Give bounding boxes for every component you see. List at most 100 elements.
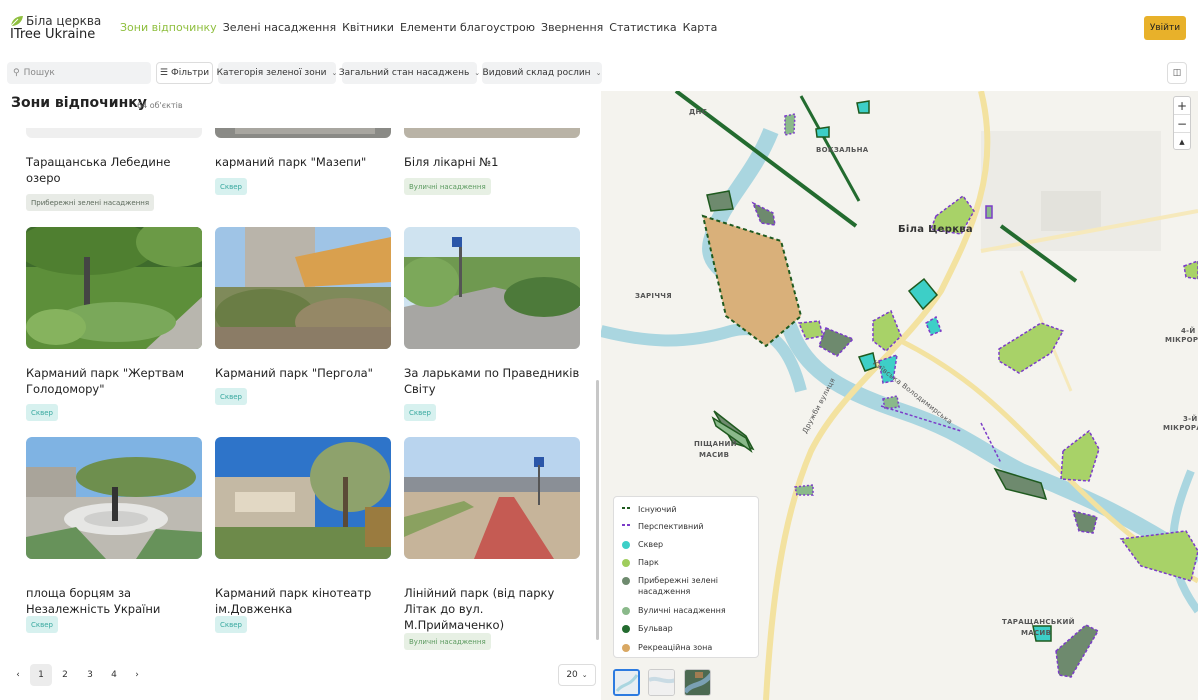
map-zoom-controls: + − ▲ (1173, 96, 1191, 150)
zone-photo[interactable] (26, 227, 202, 349)
map-label: 4-Й (1181, 327, 1196, 335)
legend-item[interactable]: Прибережні зелені насадження (622, 575, 718, 597)
species-dropdown-label: Видовий склад рослин (482, 68, 591, 78)
basemap-light[interactable] (613, 669, 640, 696)
zone-photo[interactable] (215, 437, 391, 559)
per-page-select[interactable]: 20 ⌄ (558, 664, 596, 686)
zoom-out-button[interactable]: − (1174, 115, 1190, 133)
zones-list[interactable]: Таращанська Лебедине озеро Прибережні зе… (0, 128, 600, 652)
zone-title[interactable]: карманий парк "Мазепи" (215, 154, 391, 170)
panel-toggle-button[interactable]: ◫ (1167, 62, 1187, 84)
brand-city: Біла церква (26, 14, 102, 28)
legend-item[interactable]: Сквер (622, 539, 663, 550)
category-dropdown[interactable]: Категорія зеленої зони ⌄ (217, 62, 338, 84)
zone-photo[interactable] (404, 437, 580, 559)
zone-photo[interactable] (26, 437, 202, 559)
legend-dot-marker (622, 577, 634, 585)
nav-link-2[interactable]: Квітники (342, 21, 394, 34)
zone-title[interactable]: Карманий парк кінотеатр ім.Довженка (215, 585, 391, 617)
species-dropdown[interactable]: Видовий склад рослин ⌄ (482, 62, 602, 84)
zone-badge: Прибережні зелені насадження (26, 194, 155, 211)
map-label: ПІЩАНИЙ (694, 440, 737, 448)
leaf-icon (10, 16, 23, 27)
zone-title[interactable]: Карманий парк "Жертвам Голодомору" (26, 365, 202, 397)
basemap-grey[interactable] (648, 669, 675, 696)
legend-dot-marker (622, 625, 634, 633)
legend-item[interactable]: Бульвар (622, 623, 673, 634)
filter-icon: ☰ (159, 68, 168, 78)
page-3-button[interactable]: 3 (79, 664, 101, 686)
legend-dot-marker (622, 607, 634, 615)
zone-photo[interactable] (404, 128, 580, 138)
legend-dot-marker (622, 644, 634, 652)
map-label: ЗАРІЧЧЯ (635, 292, 672, 300)
login-button[interactable]: Увійти (1144, 16, 1186, 40)
zone-badge: Сквер (215, 178, 247, 195)
legend-item[interactable]: Вуличні насадження (622, 605, 726, 616)
chevron-down-icon: ⌄ (595, 69, 602, 77)
zone-title[interactable]: Біля лікарні №1 (404, 154, 580, 170)
basemap-satellite[interactable] (684, 669, 711, 696)
zone-photo[interactable] (215, 227, 391, 349)
zone-title[interactable]: площа борцям за Незалежність України (26, 585, 202, 617)
compass-button[interactable]: ▲ (1174, 133, 1190, 151)
filter-bar: ⚲ Пошук ☰ Фільтри Категорія зеленої зони… (0, 62, 1198, 84)
zone-photo[interactable] (215, 128, 391, 138)
page-title: Зони відпочинку (11, 95, 147, 111)
map-label: МІКРОРАЙО (1163, 424, 1198, 432)
legend-label: Бульвар (638, 624, 673, 633)
legend-label: Парк (638, 558, 659, 567)
zone-badge: Сквер (26, 616, 58, 633)
page-1-button[interactable]: 1 (30, 664, 52, 686)
search-placeholder: Пошук (23, 68, 55, 78)
legend-label: Прибережні зелені насадження (638, 575, 718, 597)
search-input[interactable]: ⚲ Пошук (7, 62, 151, 84)
next-page-button[interactable]: › (126, 664, 148, 686)
map-legend: Існуючий Перспективний Сквер Парк Прибережні… (613, 496, 759, 658)
page-4-button[interactable]: 4 (103, 664, 125, 686)
legend-item[interactable]: Рекреаційна зона (622, 642, 712, 653)
condition-dropdown[interactable]: Загальний стан насаджень ⌄ (338, 62, 481, 84)
pagination: ‹ 1 2 3 4 › 20 ⌄ (0, 664, 600, 686)
zone-badge: Сквер (26, 404, 58, 421)
nav-link-6[interactable]: Карта (683, 21, 718, 34)
list-scrollbar[interactable] (596, 380, 599, 640)
legend-item[interactable]: Парк (622, 557, 659, 568)
search-icon: ⚲ (13, 68, 20, 78)
chevron-down-icon: ⌄ (331, 69, 338, 77)
brand-logo[interactable]: Біла церква ITree Ukraine (10, 14, 110, 44)
zone-title[interactable]: Таращанська Лебедине озеро (26, 154, 202, 186)
filters-label: Фільтри (170, 68, 210, 78)
zone-title[interactable]: Карманий парк "Пергола" (215, 365, 391, 381)
legend-dot-marker (622, 559, 634, 567)
condition-dropdown-label: Загальний стан насаджень (338, 68, 470, 78)
page-2-button[interactable]: 2 (54, 664, 76, 686)
nav-link-3[interactable]: Елементи благоустрою (400, 21, 535, 34)
brand-name: ITree Ukraine (10, 27, 96, 42)
zone-photo[interactable] (26, 128, 202, 138)
legend-item[interactable]: Перспективний (622, 521, 704, 532)
chevron-down-icon: ⌄ (474, 69, 481, 77)
zone-badge: Вуличні насадження (404, 178, 491, 195)
zone-badge: Сквер (215, 388, 247, 405)
nav-link-5[interactable]: Статистика (609, 21, 676, 34)
map-label: МАСИВ (699, 451, 730, 459)
zone-title[interactable]: За ларьками по Праведників Світу (404, 365, 580, 397)
nav-link-4[interactable]: Звернення (541, 21, 603, 34)
zone-title[interactable]: Лінійний парк (від парку Літак до вул. М… (404, 585, 580, 633)
zone-photo[interactable] (404, 227, 580, 349)
filters-button[interactable]: ☰ Фільтри (156, 62, 213, 84)
prev-page-button[interactable]: ‹ (7, 664, 29, 686)
legend-label: Вуличні насадження (638, 606, 726, 615)
zone-badge: Сквер (404, 404, 436, 421)
map-label: ДНС (689, 108, 708, 116)
legend-label: Існуючий (638, 505, 677, 514)
nav-link-0[interactable]: Зони відпочинку (120, 21, 217, 34)
top-header: Біла церква ITree Ukraine Зони відпочинк… (0, 0, 1198, 56)
legend-item[interactable]: Існуючий (622, 504, 677, 515)
nav-link-1[interactable]: Зелені насадження (223, 21, 336, 34)
legend-label: Рекреаційна зона (638, 643, 713, 652)
zoom-in-button[interactable]: + (1174, 97, 1190, 115)
legend-dot-marker (622, 541, 634, 549)
map-label: МІКРОРА (1165, 336, 1198, 344)
